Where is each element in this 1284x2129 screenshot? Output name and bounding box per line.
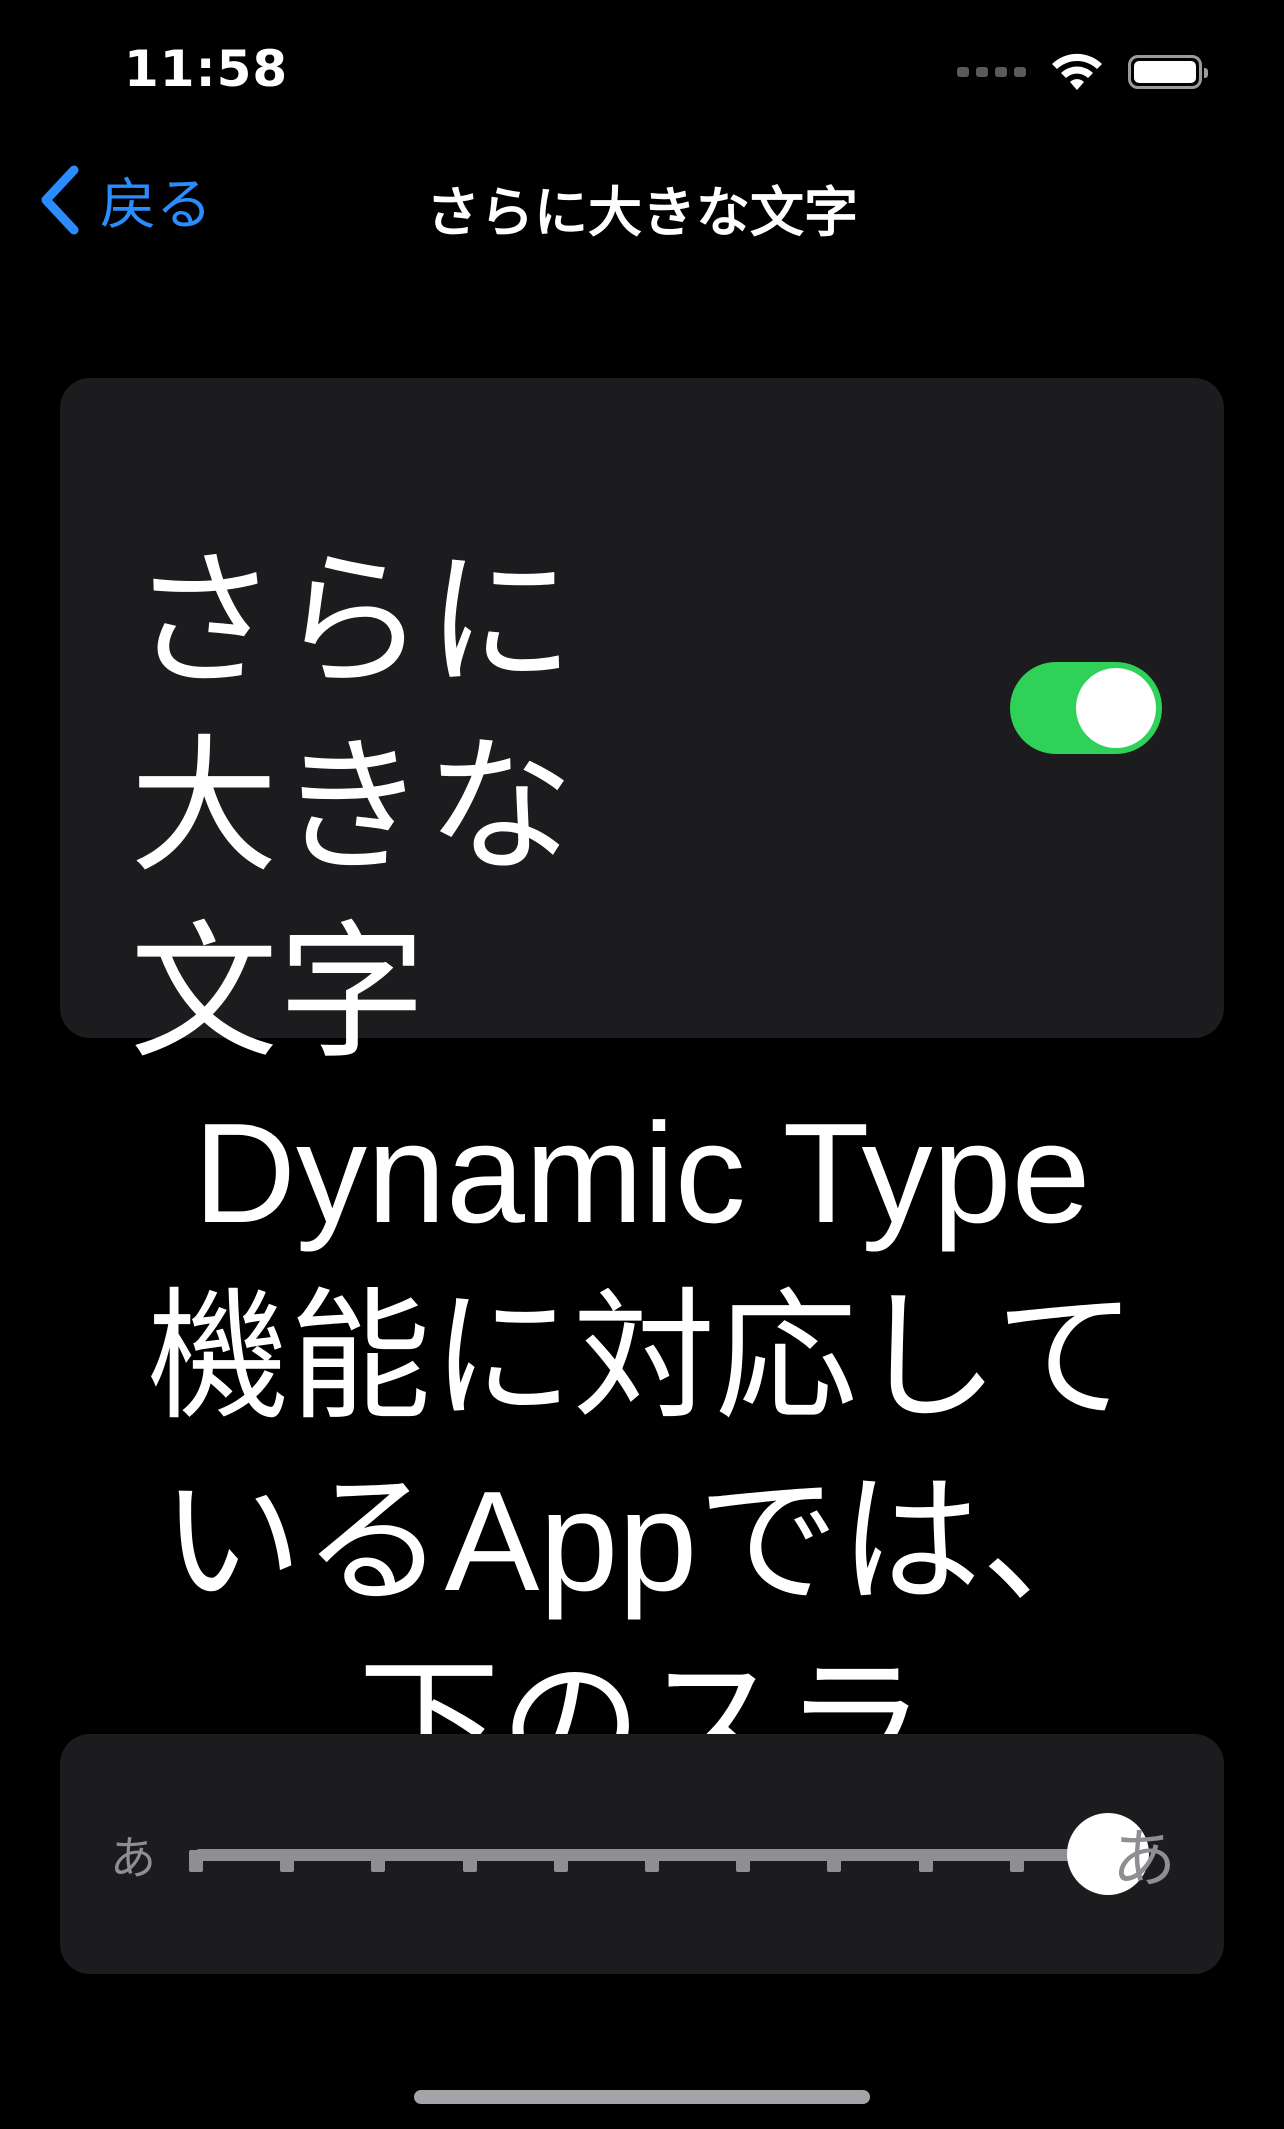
- home-indicator: [414, 2090, 870, 2104]
- slider-tick: [1009, 1850, 1024, 1872]
- status-time: 11:58: [124, 40, 289, 98]
- slider-tick: [736, 1850, 751, 1872]
- slider-tick: [462, 1850, 477, 1872]
- battery-icon: [1128, 55, 1208, 89]
- slider-tick: [918, 1850, 933, 1872]
- description-container: Dynamic Type機能に対応しているAppでは、下のスラ: [60, 1082, 1224, 1734]
- switch-knob: [1076, 668, 1156, 748]
- text-size-slider[interactable]: [189, 1813, 1149, 1895]
- cellular-signal-icon: [957, 67, 1026, 77]
- slider-tick: [280, 1850, 295, 1872]
- status-icons: [957, 52, 1208, 92]
- large-text-label: あ: [1112, 1823, 1176, 1897]
- description-text: Dynamic Type機能に対応しているAppでは、下のスラ: [147, 1094, 1137, 1734]
- slider-tick: [189, 1850, 203, 1872]
- larger-text-card: さらに大きな文字: [60, 378, 1224, 1079]
- slider-tick: [827, 1850, 842, 1872]
- small-text-label: あ: [110, 1831, 156, 1885]
- slider-tick: [371, 1850, 386, 1872]
- page-title: さらに大きな文字: [426, 181, 858, 244]
- slider-tick: [553, 1850, 568, 1872]
- slider-tick: [645, 1850, 659, 1872]
- wifi-icon: [1052, 53, 1102, 90]
- larger-text-label: さらに大きな文字: [130, 535, 574, 1079]
- larger-text-switch[interactable]: [1010, 662, 1162, 754]
- text-size-slider-card: あ あ: [60, 1734, 1224, 1974]
